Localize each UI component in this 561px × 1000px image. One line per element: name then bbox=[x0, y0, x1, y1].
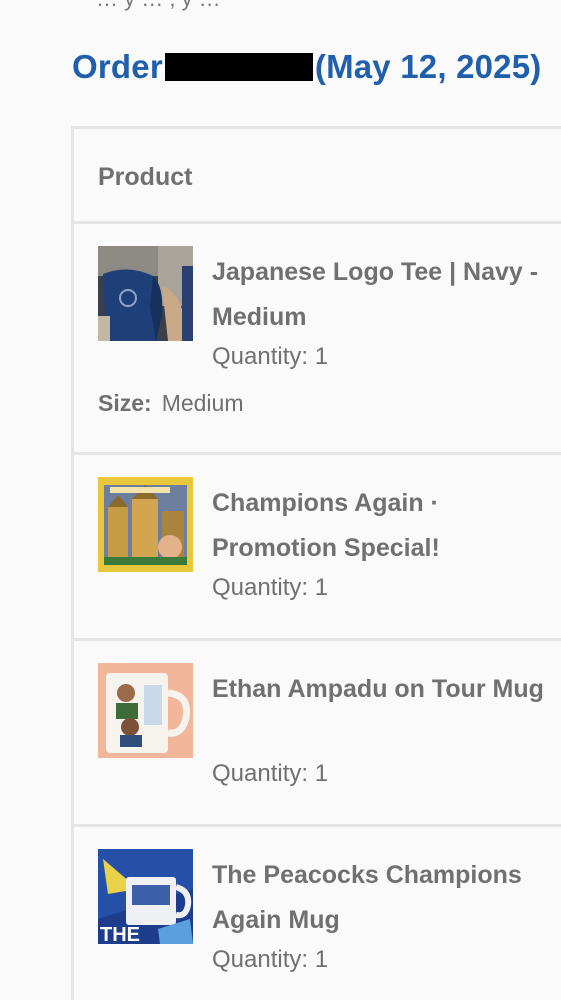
product-image-ampadu-mug[interactable] bbox=[98, 663, 193, 758]
product-name[interactable]: Ethan Ampadu on Tour Mug bbox=[212, 667, 552, 712]
table-row: Japanese Logo Tee | Navy - Medium Quanti… bbox=[74, 224, 561, 455]
product-column-header: Product bbox=[98, 163, 193, 191]
product-name[interactable]: Japanese Logo Tee | Navy - Medium bbox=[212, 250, 552, 340]
product-image-peacocks-mug[interactable]: THE bbox=[98, 849, 193, 944]
table-row: THE The Peacocks Champions Again Mug Qua… bbox=[74, 827, 561, 1000]
product-quantity: Quantity: 1 bbox=[212, 946, 329, 973]
order-label: Order bbox=[72, 48, 163, 85]
size-label: Size: bbox=[98, 390, 152, 416]
order-products-table: Product Japanese Logo Tee | Navy - Mediu… bbox=[71, 126, 561, 1000]
product-name[interactable]: Champions Again · Promotion Special! bbox=[212, 481, 552, 571]
product-image-promotion[interactable] bbox=[98, 477, 193, 572]
table-header: Product bbox=[74, 129, 561, 224]
order-page: … y … , y … Order (May 12, 2025) Product bbox=[0, 0, 561, 1000]
svg-text:THE: THE bbox=[100, 924, 140, 944]
product-size: Size: Medium bbox=[98, 390, 244, 417]
product-quantity: Quantity: 1 bbox=[212, 343, 329, 370]
product-quantity: Quantity: 1 bbox=[212, 574, 329, 601]
order-heading: Order (May 12, 2025) bbox=[72, 48, 541, 86]
redacted-order-number bbox=[164, 53, 313, 81]
product-name[interactable]: The Peacocks Champions Again Mug bbox=[212, 853, 552, 943]
cut-off-text: … y … , y … bbox=[96, 0, 221, 12]
product-image-tee[interactable] bbox=[98, 246, 193, 341]
table-row: Ethan Ampadu on Tour Mug Quantity: 1 bbox=[74, 641, 561, 827]
product-quantity: Quantity: 1 bbox=[212, 760, 329, 787]
size-value: Medium bbox=[161, 390, 244, 416]
table-row: Champions Again · Promotion Special! Qua… bbox=[74, 455, 561, 641]
order-date: (May 12, 2025) bbox=[314, 48, 542, 85]
